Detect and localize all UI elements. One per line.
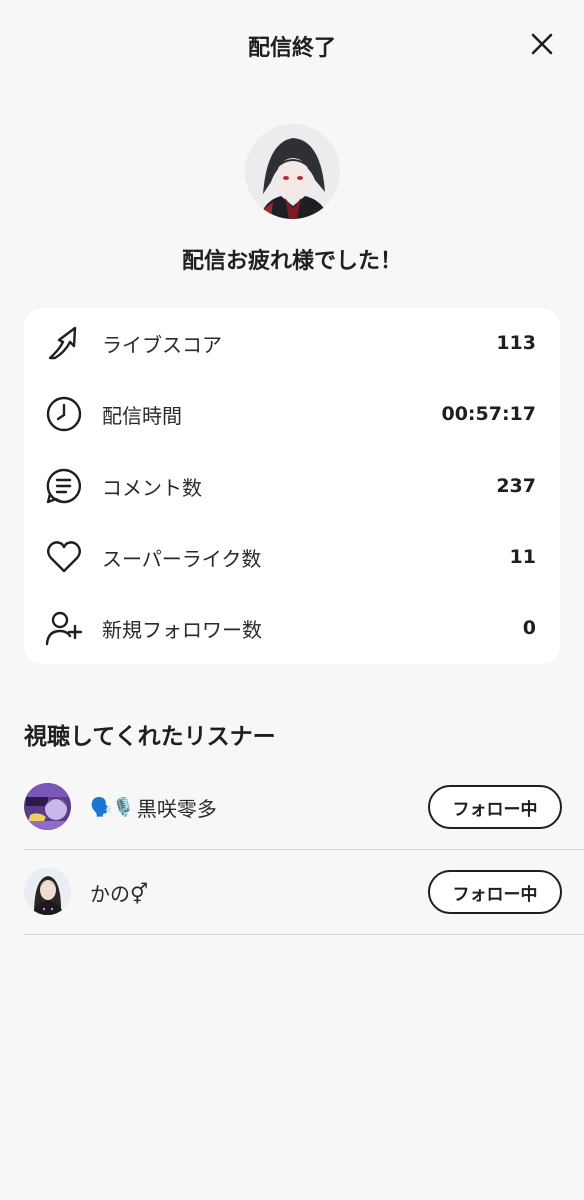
speaking-microphone-icon: 🗣️🎙️ xyxy=(90,797,135,818)
stat-label: ライブスコア xyxy=(102,332,222,357)
stat-value: 0 xyxy=(522,617,536,639)
stat-label: 配信時間 xyxy=(102,403,182,428)
stat-row-live-score: ライブスコア 113 xyxy=(24,313,560,373)
avatar[interactable] xyxy=(24,868,71,915)
following-button[interactable]: フォロー中 xyxy=(428,785,562,829)
close-button[interactable] xyxy=(528,30,556,58)
listeners-section-title: 視聴してくれたリスナー xyxy=(24,724,276,750)
stat-value: 113 xyxy=(496,332,536,354)
comment-icon xyxy=(44,466,84,506)
stat-value: 237 xyxy=(496,475,536,497)
stat-row-super-likes: スーパーライク数 11 xyxy=(24,527,560,587)
page-title: 配信終了 xyxy=(247,36,336,61)
stat-row-comments: コメント数 237 xyxy=(24,456,560,516)
stats-card: ライブスコア 113 配信時間 00:57:17 コメント数 237 スーパーラ… xyxy=(24,308,560,664)
stat-row-stream-time: 配信時間 00:57:17 xyxy=(24,384,560,444)
header: 配信終了 xyxy=(0,0,584,92)
following-button[interactable]: フォロー中 xyxy=(428,870,562,914)
stat-row-new-followers: 新規フォロワー数 0 xyxy=(24,598,560,658)
listener-name-text: 黒咲零多 xyxy=(136,797,217,821)
stat-value: 11 xyxy=(509,546,536,568)
listener-name-text: かの⚥ xyxy=(90,882,149,906)
stat-label: スーパーライク数 xyxy=(102,546,262,571)
listener-name[interactable]: 🗣️🎙️ 黒咲零多 xyxy=(90,793,217,822)
arrow-up-icon xyxy=(44,323,84,363)
thanks-message: 配信お疲れ様でした！ xyxy=(181,249,402,274)
listener-row[interactable]: かの⚥ フォロー中 xyxy=(24,850,584,935)
add-user-icon xyxy=(44,608,84,648)
streamer-avatar xyxy=(245,124,340,219)
listener-name[interactable]: かの⚥ xyxy=(90,878,148,907)
listener-row[interactable]: 🗣️🎙️ 黒咲零多 フォロー中 xyxy=(24,765,584,850)
heart-icon xyxy=(44,537,84,577)
avatar[interactable] xyxy=(24,783,71,830)
close-icon xyxy=(531,33,553,55)
stat-label: コメント数 xyxy=(102,475,202,500)
stat-value: 00:57:17 xyxy=(441,403,536,425)
stat-label: 新規フォロワー数 xyxy=(102,617,262,642)
clock-icon xyxy=(44,394,84,434)
stream-ended-screen: 配信終了 配信お疲れ様でした！ ライブスコア 113 配信時間 00:57:17… xyxy=(0,0,584,1200)
